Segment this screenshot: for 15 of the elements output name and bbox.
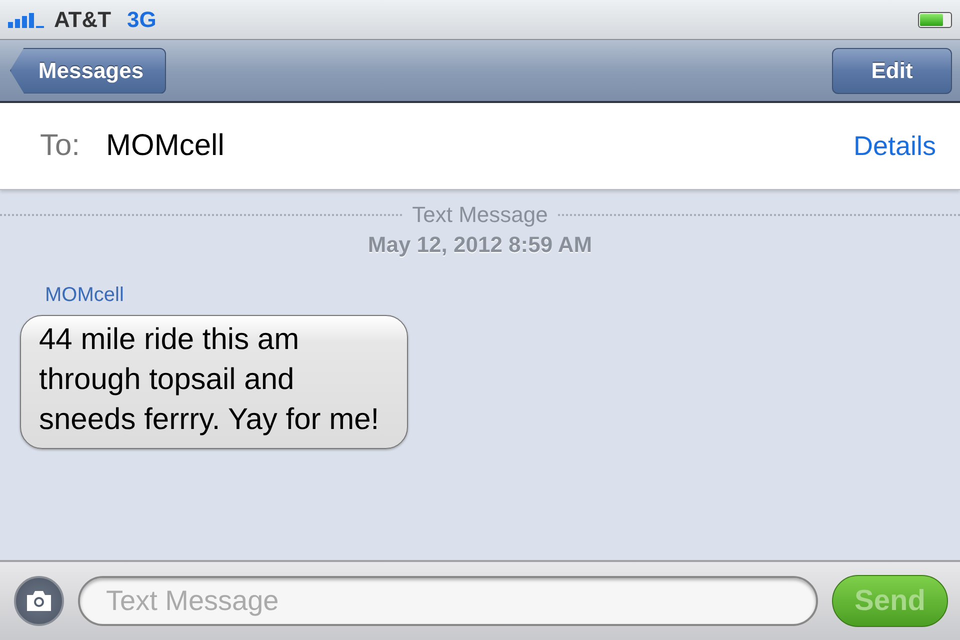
network-type: 3G (127, 6, 156, 32)
edit-button[interactable]: Edit (832, 48, 952, 94)
timestamp: May 12, 2012 8:59 AM (366, 232, 594, 258)
recipient-name: MOMcell (106, 129, 226, 163)
camera-icon (25, 590, 53, 612)
message-input-field[interactable]: Text Message (78, 576, 818, 626)
message-bubble: 44 mile ride this am through topsail and sneeds ferrry. Yay for me! (20, 315, 408, 449)
sender-name: MOMcell (45, 284, 124, 307)
details-link[interactable]: Details (853, 130, 936, 162)
camera-button[interactable] (14, 576, 64, 626)
back-button[interactable]: Messages (10, 48, 166, 94)
battery-icon (918, 12, 952, 28)
service-label: Text Message (412, 202, 548, 228)
to-label: To: (40, 129, 80, 163)
carrier-name: AT&T (54, 6, 112, 32)
